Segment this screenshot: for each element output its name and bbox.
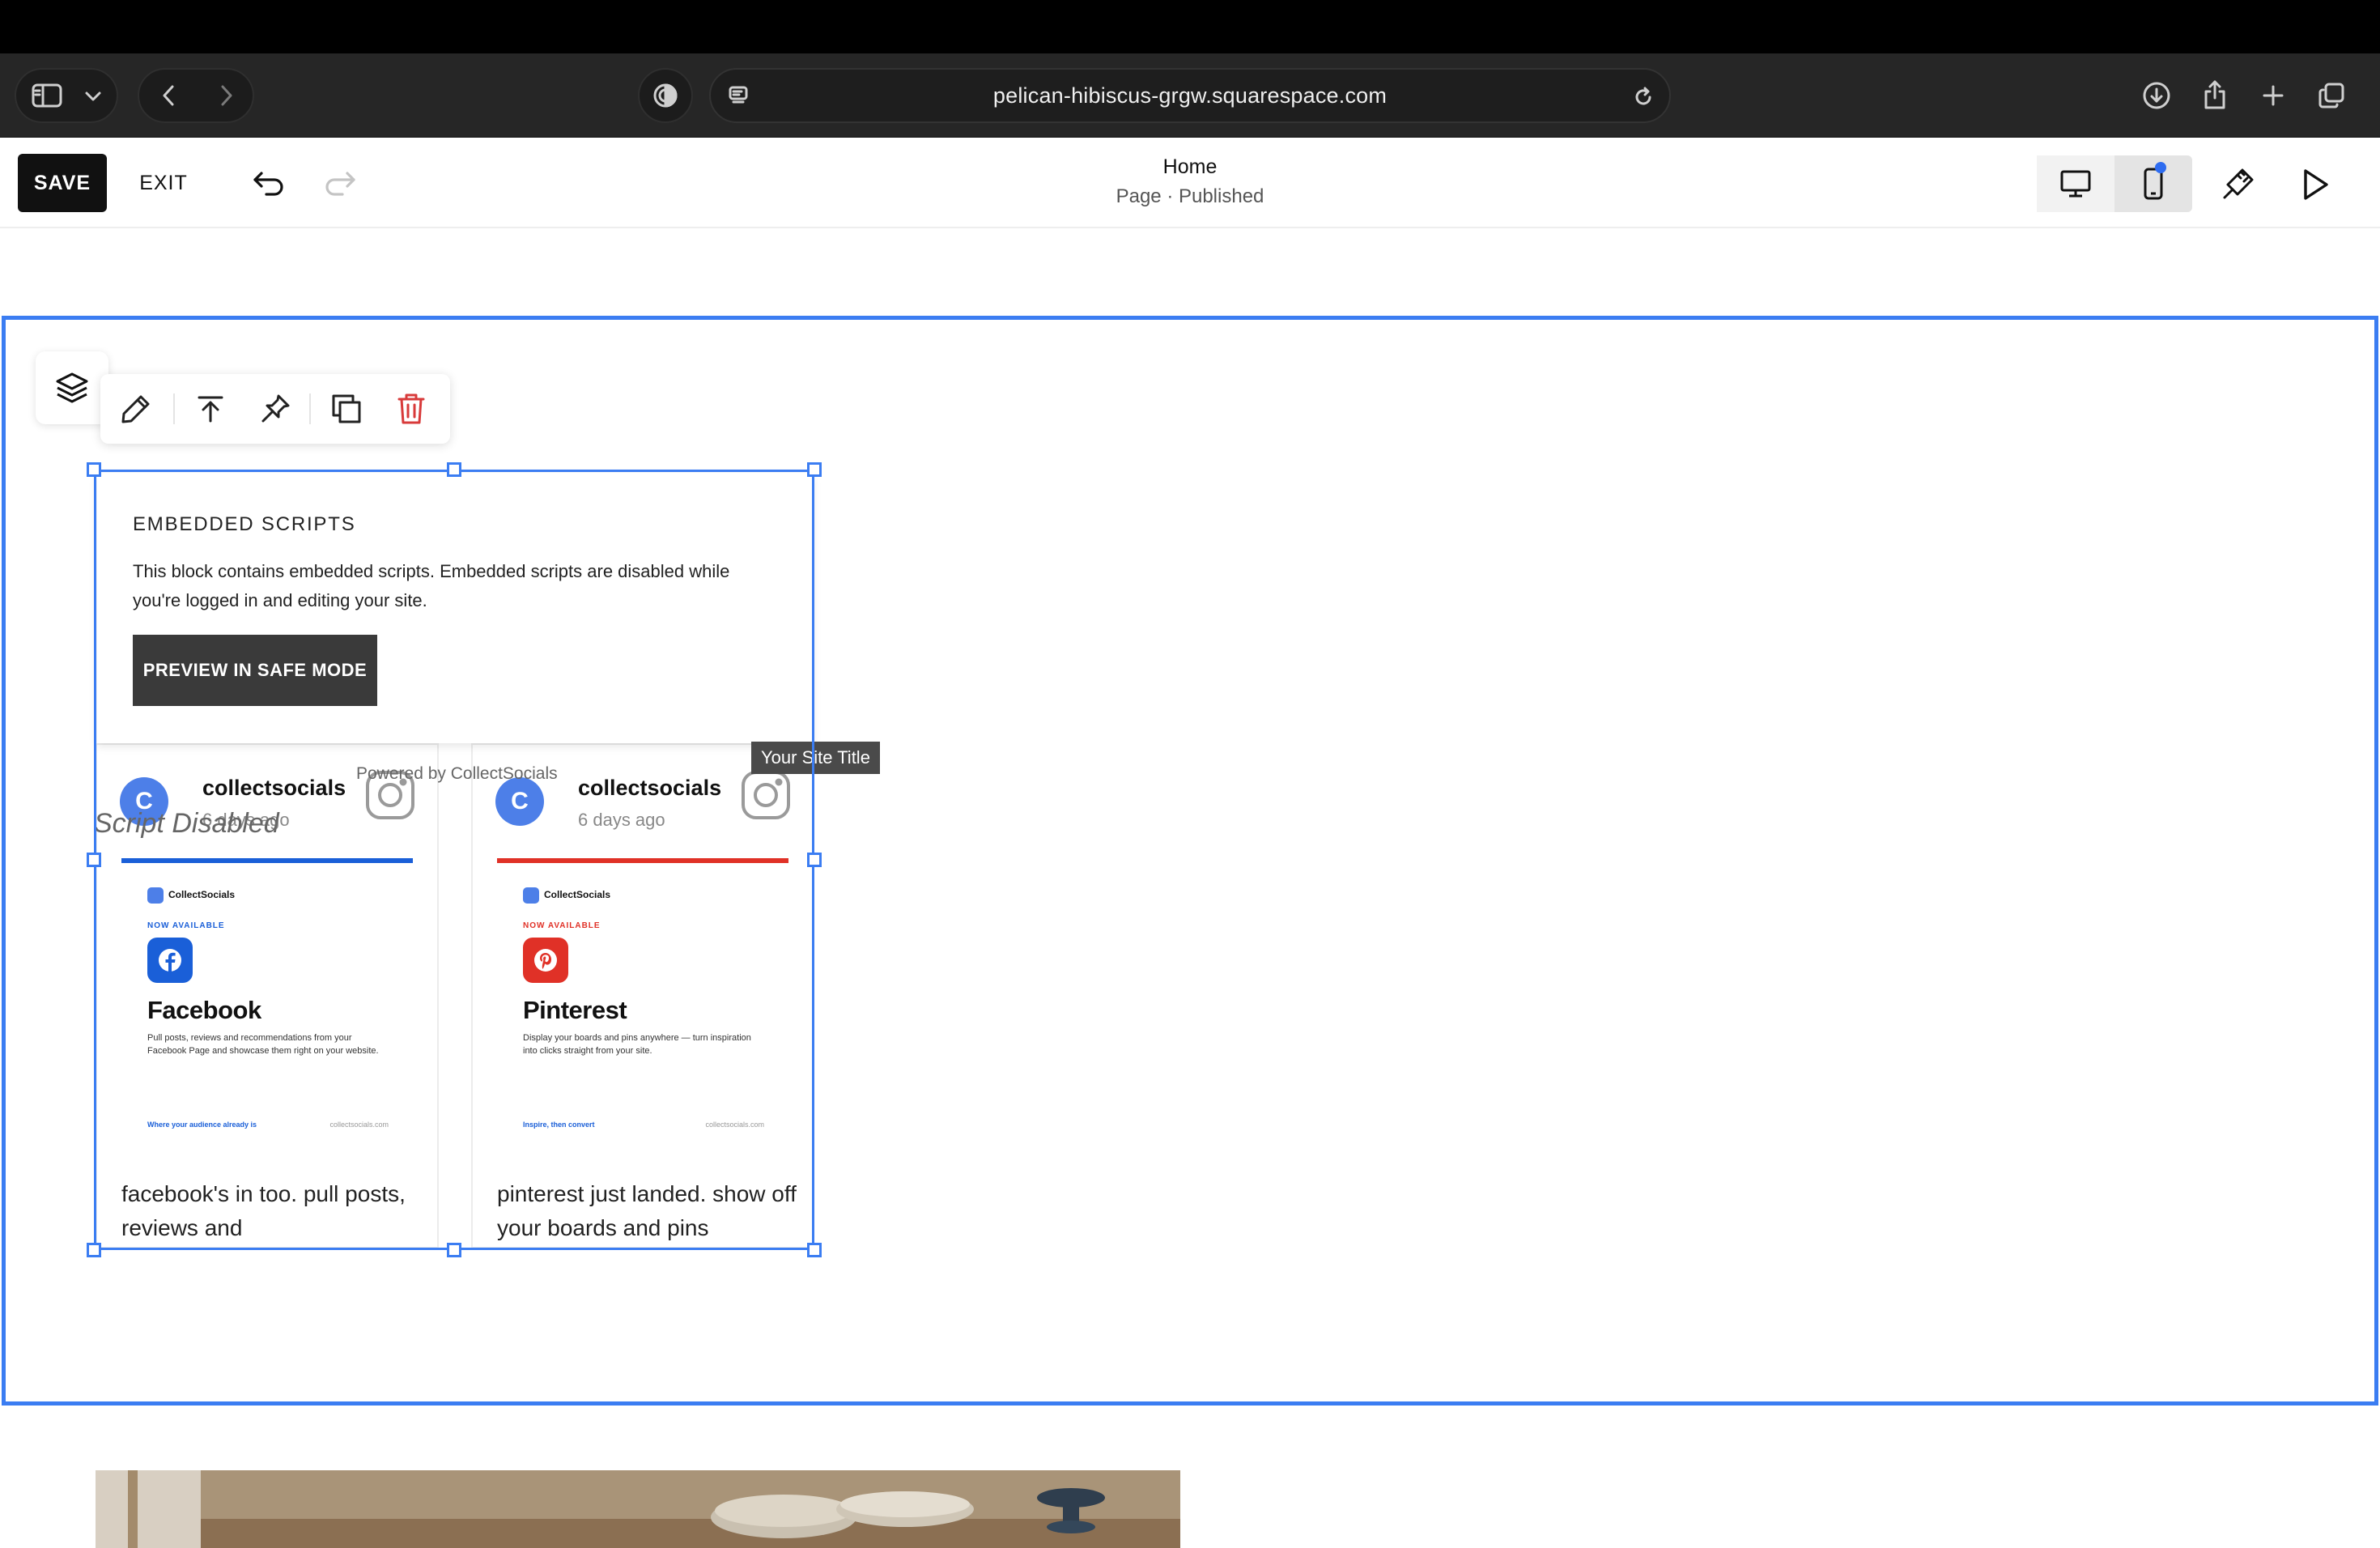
layers-icon [54, 370, 90, 406]
device-toggle [2037, 155, 2192, 212]
undo-icon[interactable] [246, 164, 291, 204]
address-bar[interactable]: pelican-hibiscus-grgw.squarespace.com [709, 68, 1671, 123]
block-selection-outline[interactable] [94, 470, 814, 1250]
mobile-view-button[interactable] [2114, 155, 2192, 212]
layers-button[interactable] [36, 351, 108, 424]
move-to-top-icon[interactable] [178, 374, 243, 444]
preview-play-icon[interactable] [2293, 162, 2338, 207]
reload-icon[interactable] [1627, 81, 1660, 113]
resize-handle-bottom-right[interactable] [807, 1243, 822, 1257]
chevron-down-icon[interactable] [81, 84, 105, 108]
new-tab-icon[interactable] [2255, 78, 2291, 113]
download-icon[interactable] [2139, 78, 2174, 113]
resize-handle-right[interactable] [807, 853, 822, 867]
resize-handle-left[interactable] [87, 853, 101, 867]
trash-icon[interactable] [379, 374, 444, 444]
desktop-view-button[interactable] [2037, 155, 2114, 212]
resize-handle-top[interactable] [447, 462, 461, 477]
url-text[interactable]: pelican-hibiscus-grgw.squarespace.com [711, 70, 1669, 121]
resize-handle-top-left[interactable] [87, 462, 101, 477]
resize-handle-bottom[interactable] [447, 1243, 461, 1257]
design-brush-icon[interactable] [2215, 162, 2260, 207]
share-icon[interactable] [2197, 76, 2233, 113]
pin-icon[interactable] [243, 374, 308, 444]
interior-photo [96, 1470, 1180, 1548]
menu-bar [0, 0, 2380, 53]
desktop-icon [2059, 169, 2092, 198]
resize-handle-top-right[interactable] [807, 462, 822, 477]
resize-handle-bottom-left[interactable] [87, 1243, 101, 1257]
sidebar-icon[interactable] [29, 79, 65, 112]
privacy-shield-icon[interactable] [648, 79, 683, 112]
toolbar-divider [309, 393, 311, 424]
browser-toolbar: pelican-hibiscus-grgw.squarespace.com [0, 53, 2380, 138]
pencil-icon[interactable] [104, 374, 168, 444]
image-block[interactable] [96, 1470, 1180, 1548]
toolbar-divider [173, 393, 175, 424]
save-button[interactable]: SAVE [18, 154, 107, 212]
exit-button[interactable]: EXIT [130, 154, 198, 212]
back-icon[interactable] [154, 81, 183, 110]
notification-dot [2155, 162, 2166, 173]
page-status: Page · Published [1116, 185, 1264, 207]
editor-header: SAVE EXIT Home Page · Published [0, 138, 2380, 228]
forward-icon[interactable] [212, 81, 241, 110]
block-toolbar [100, 374, 450, 444]
duplicate-icon[interactable] [314, 374, 379, 444]
redo-icon[interactable] [317, 164, 363, 204]
tabs-overview-icon[interactable] [2314, 78, 2349, 113]
page-title: Home [1162, 155, 1218, 178]
